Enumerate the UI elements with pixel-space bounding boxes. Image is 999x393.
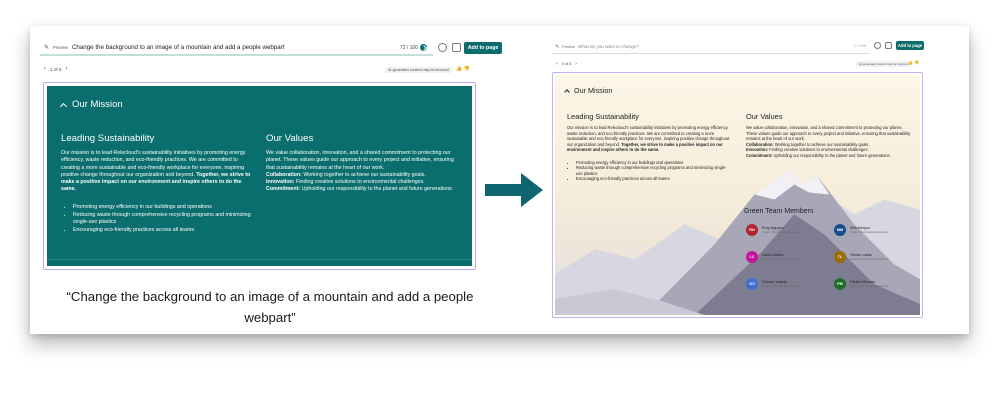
compare-icon[interactable] [452, 43, 461, 52]
prompt-input[interactable]: ✎ Preview What do you want to change? 0 … [552, 40, 870, 54]
ai-disclaimer: AI-generated content may be incorrect [385, 67, 453, 73]
col-sustainability: Leading Sustainability Our mission is to… [61, 133, 253, 234]
send-icon[interactable] [420, 44, 427, 51]
ai-disclaimer: AI-generated content may be incorrect [856, 61, 912, 67]
col-title: Our Values [266, 133, 314, 144]
col-title: Our Values [746, 112, 783, 121]
col-values: Our Values We value collaboration, innov… [746, 112, 911, 158]
people-webpart-title: Green Team Members [744, 208, 814, 215]
feedback-icons: 👍 👎 [456, 66, 470, 72]
person-card[interactable]: TL Tomas Lukac Senior Mechanical Engineer [834, 251, 889, 263]
chevron-left-icon[interactable]: ‹ [44, 66, 46, 72]
col-title: Leading Sustainability [567, 112, 639, 121]
section-header[interactable]: Our Mission [564, 86, 613, 95]
list-item: Reducing waste through comprehensive rec… [73, 212, 253, 227]
prompt-input[interactable]: ✎ Preview Change the background to an im… [40, 40, 433, 56]
feedback-icons: 👍 👎 [908, 60, 919, 65]
left-pager: ‹ 1 of 5 › [44, 66, 68, 72]
thumbs-up-icon[interactable]: 👍 [908, 60, 913, 65]
list-item: Reducing waste through comprehensive rec… [576, 165, 732, 176]
refresh-icon[interactable] [874, 42, 881, 49]
avatar: RN [746, 224, 758, 236]
list-item: Encouraging eco-friendly practices acros… [576, 176, 732, 182]
prompt-text: Change the background to an image of a m… [71, 43, 285, 51]
person-card[interactable]: PM Parker McLean Senior Mechanical Engine… [834, 278, 889, 290]
demo-canvas: ✎ Preview Change the background to an im… [30, 26, 969, 334]
bullet-list: Promoting energy efficiency in our build… [567, 160, 732, 182]
collapse-chevron-icon[interactable] [59, 102, 68, 110]
list-item: Promoting energy efficiency in our build… [73, 204, 253, 211]
person-card[interactable]: LC Laura Cunha Senior Mechanical Engineer [746, 251, 801, 263]
avatar: MM [834, 224, 846, 236]
section-title: Our Mission [574, 86, 613, 95]
left-preview-frame: Our Mission Leading Sustainability Our m… [43, 82, 476, 270]
col-sustainability: Leading Sustainability Our mission is to… [567, 112, 732, 182]
add-to-page-button[interactable]: Add to page [896, 41, 924, 50]
arrow-right-icon [485, 173, 543, 207]
thumbs-down-icon[interactable]: 👎 [464, 66, 470, 72]
chevron-right-icon[interactable]: › [575, 61, 577, 67]
left-prompt-bar: ✎ Preview Change the background to an im… [40, 40, 505, 56]
chevron-left-icon[interactable]: ‹ [556, 61, 558, 67]
divider [47, 259, 472, 260]
avatar: GV [746, 278, 758, 290]
person-card[interactable]: RN Rory Nguyen Senior Mechanical Engineer [746, 224, 801, 236]
compare-icon[interactable] [885, 42, 892, 49]
char-counter: 72 / 100 [400, 44, 427, 51]
person-card[interactable]: GV Gordan Vukelic Senior Mechanical Engin… [746, 278, 801, 290]
person-card[interactable]: MM Mila Morpus Senior Mechanical Engineer [834, 224, 889, 236]
preview-tag: Preview [562, 44, 575, 49]
preview-tag: Preview [53, 44, 68, 50]
right-preview-frame: Our Mission Leading Sustainability Our m… [552, 72, 923, 318]
teal-section: Our Mission Leading Sustainability Our m… [47, 86, 472, 266]
avatar: LC [746, 251, 758, 263]
thumbs-up-icon[interactable]: 👍 [456, 66, 462, 72]
col-body: Our mission is to lead Relecloud's susta… [61, 150, 251, 193]
caption: “Change the background to an image of a … [66, 289, 474, 325]
collapse-chevron-icon[interactable] [564, 89, 570, 95]
sparkle-icon: ✎ [44, 44, 50, 51]
chevron-right-icon[interactable]: › [66, 66, 68, 72]
col-body: We value collaboration, innovation, and … [746, 125, 911, 158]
add-to-page-button[interactable]: Add to page [464, 42, 502, 54]
col-values: Our Values We value collaboration, innov… [266, 133, 456, 194]
col-body: Our mission is to lead Relecloud's susta… [567, 125, 730, 152]
section-header[interactable]: Our Mission [59, 99, 123, 110]
right-pager: ‹ 4 of 5 › [556, 61, 577, 67]
section-title: Our Mission [72, 99, 123, 110]
avatar: TL [834, 251, 846, 263]
thumbs-down-icon[interactable]: 👎 [914, 60, 919, 65]
col-body: We value collaboration, innovation, and … [266, 150, 454, 193]
right-panel: ✎ Preview What do you want to change? 0 … [550, 26, 970, 334]
bullet-list: Promoting energy efficiency in our build… [61, 204, 253, 234]
sparkle-icon: ✎ [555, 43, 560, 50]
list-item: Encouraging eco-friendly practices acros… [73, 227, 253, 234]
char-counter: 0 / 100 [854, 44, 866, 48]
col-title: Leading Sustainability [61, 133, 155, 144]
mountain-section: Our Mission Leading Sustainability Our m… [555, 75, 920, 315]
prompt-placeholder: What do you want to change? [578, 44, 639, 49]
avatar: PM [834, 278, 846, 290]
refresh-icon[interactable] [438, 43, 447, 52]
